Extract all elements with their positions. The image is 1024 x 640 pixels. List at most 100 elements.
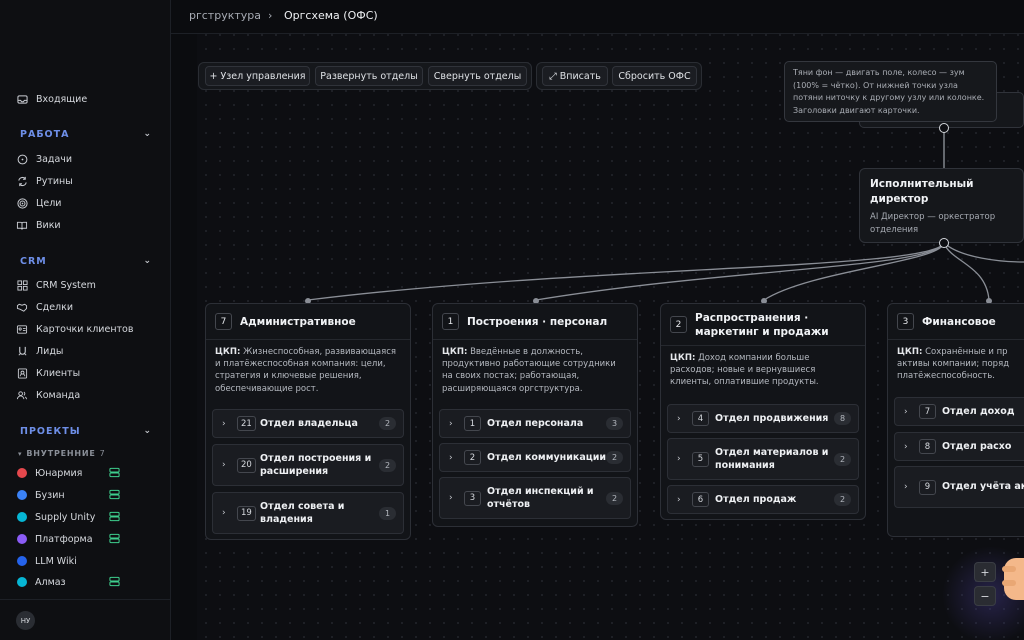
project-item[interactable]: LLM Wiki bbox=[17, 552, 127, 570]
unit-row[interactable]: › 3 Отдел инспекций и отчётов 2 bbox=[439, 477, 631, 519]
org-canvas[interactable]: ргструктура › Оргсхема (ОФС) + Узел упра… bbox=[171, 0, 1024, 640]
chevron-right-icon: › bbox=[904, 406, 908, 417]
project-color-dot bbox=[17, 577, 27, 587]
unit-count: 2 bbox=[834, 493, 851, 506]
unit-count: 1 bbox=[379, 506, 396, 520]
unit-number: 7 bbox=[919, 404, 936, 419]
department-header[interactable]: 1 Построения · персонал bbox=[433, 304, 637, 340]
avatar[interactable]: НУ bbox=[16, 611, 35, 630]
unit-row[interactable]: › 5 Отдел материалов и понимания 2 bbox=[667, 438, 859, 480]
divider bbox=[0, 599, 170, 600]
unit-name: Отдел построения и расширения bbox=[260, 452, 372, 478]
department-card[interactable]: 3 Финансовое ЦКП: Сохранённые и пр актив… bbox=[887, 303, 1024, 537]
unit-name: Отдел коммуникации bbox=[487, 451, 607, 463]
project-color-dot bbox=[17, 534, 27, 544]
sidebar-item-label: Карточки клиентов bbox=[36, 323, 134, 335]
ckp-label: ЦКП: bbox=[897, 347, 923, 357]
chevron-down-icon: ⌄ bbox=[143, 426, 152, 436]
unit-row[interactable]: › 4 Отдел продвижения 8 bbox=[667, 404, 859, 433]
id-card-icon bbox=[16, 323, 28, 335]
unit-number: 3 bbox=[464, 490, 481, 506]
department-ckp: ЦКП: Доход компании больше расходов; нов… bbox=[661, 346, 865, 402]
project-item[interactable]: Платформа bbox=[17, 530, 127, 548]
project-item[interactable]: Алмаз bbox=[17, 573, 127, 591]
unit-row[interactable]: › 1 Отдел персонала 3 bbox=[439, 409, 631, 438]
unit-row[interactable]: › 6 Отдел продаж 2 bbox=[667, 485, 859, 514]
department-header[interactable]: 2 Распространения · маркетинг и продажи bbox=[661, 304, 865, 346]
sidebar-item-deals[interactable]: Сделки bbox=[16, 298, 73, 316]
project-item[interactable]: Юнармия bbox=[17, 464, 127, 482]
project-item[interactable]: Бузин bbox=[17, 486, 127, 504]
project-name: Supply Unity bbox=[35, 511, 96, 523]
unit-row[interactable]: › 7 Отдел доход bbox=[894, 397, 1024, 426]
section-projects-header[interactable]: ПРОЕКТЫ ⌄ bbox=[20, 423, 152, 439]
unit-name: Отдел продаж bbox=[715, 493, 797, 505]
fit-button[interactable]: ⤢ Вписать bbox=[542, 66, 608, 86]
unit-count: 2 bbox=[834, 452, 851, 466]
unit-number: 19 bbox=[237, 505, 256, 521]
department-header[interactable]: 7 Административное bbox=[206, 304, 410, 340]
department-ckp: ЦКП: Жизнеспособная, развивающаяся и пла… bbox=[206, 340, 410, 404]
department-ckp: ЦКП: Сохранённые и пр активы компании; п… bbox=[888, 340, 1024, 396]
zoom-in-button[interactable]: + bbox=[974, 562, 996, 582]
unit-row[interactable]: › 8 Отдел расхо bbox=[894, 432, 1024, 461]
sidebar-item-tasks[interactable]: Задачи bbox=[16, 150, 72, 168]
sidebar-item-team[interactable]: Команда bbox=[16, 386, 80, 404]
contact-icon bbox=[16, 367, 28, 379]
project-color-dot bbox=[17, 512, 27, 522]
unit-row[interactable]: › 9 Отдел учёта активов bbox=[894, 466, 1024, 508]
department-number: 3 bbox=[897, 313, 914, 330]
sidebar-item-goals[interactable]: Цели bbox=[16, 194, 61, 212]
sidebar-item-routines[interactable]: Рутины bbox=[16, 172, 73, 190]
collapse-departments-button[interactable]: Свернуть отделы bbox=[428, 66, 527, 86]
toolbar-group-view: ⤢ Вписать Сбросить ОФС bbox=[536, 62, 702, 90]
sidebar-item-crm-system[interactable]: CRM System bbox=[16, 276, 96, 294]
chevron-right-icon: › bbox=[677, 413, 681, 424]
department-number: 7 bbox=[215, 313, 232, 330]
unit-name: Отдел совета и владения bbox=[260, 500, 345, 526]
unit-row[interactable]: › 2 Отдел коммуникации 2 bbox=[439, 443, 631, 472]
department-header[interactable]: 3 Финансовое bbox=[888, 304, 1024, 340]
reset-ofs-button[interactable]: Сбросить ОФС bbox=[612, 66, 697, 86]
project-group-label: ВНУТРЕННИЕ bbox=[26, 449, 96, 458]
zoom-out-button[interactable]: − bbox=[974, 586, 996, 606]
department-card[interactable]: 7 Административное ЦКП: Жизнеспособная, … bbox=[205, 303, 411, 540]
project-color-dot bbox=[17, 468, 27, 478]
breadcrumb-separator: › bbox=[268, 9, 273, 22]
breadcrumb-parent[interactable]: ргструктура bbox=[189, 9, 261, 22]
project-name: Бузин bbox=[35, 489, 65, 501]
project-group-header[interactable]: ▾ ВНУТРЕННИЕ 7 bbox=[18, 449, 106, 458]
sidebar-item-label: CRM System bbox=[36, 279, 96, 291]
department-card[interactable]: 2 Распространения · маркетинг и продажи … bbox=[660, 303, 866, 520]
section-work-header[interactable]: РАБОТА ⌄ bbox=[20, 126, 152, 142]
department-card[interactable]: 1 Построения · персонал ЦКП: Введённые в… bbox=[432, 303, 638, 527]
node-port[interactable] bbox=[939, 123, 949, 133]
executive-node[interactable]: Исполнительный директор AI Директор — ор… bbox=[859, 168, 1024, 243]
ckp-label: ЦКП: bbox=[215, 347, 241, 357]
unit-number: 8 bbox=[919, 439, 936, 454]
server-icon bbox=[109, 489, 120, 503]
unit-row[interactable]: › 20 Отдел построения и расширения 2 bbox=[212, 444, 404, 486]
ckp-text: Жизнеспособная, развивающаяся и платёжес… bbox=[215, 347, 397, 394]
unit-row[interactable]: › 19 Отдел совета и владения 1 bbox=[212, 492, 404, 534]
expand-departments-button[interactable]: Развернуть отделы bbox=[315, 66, 423, 86]
sidebar-item-clients[interactable]: Клиенты bbox=[16, 364, 80, 382]
sidebar-item-client-cards[interactable]: Карточки клиентов bbox=[16, 320, 133, 338]
chevron-right-icon: › bbox=[449, 452, 453, 463]
sidebar-item-leads[interactable]: Лиды bbox=[16, 342, 63, 360]
sidebar-item-wiki[interactable]: Вики bbox=[16, 216, 61, 234]
unit-row[interactable]: › 21 Отдел владельца 2 bbox=[212, 409, 404, 438]
node-subtitle: AI Директор — оркестратор отделения bbox=[870, 212, 996, 235]
chevron-right-icon: › bbox=[677, 454, 681, 464]
sidebar-item-inbox[interactable]: Входящие bbox=[16, 90, 87, 108]
project-name: LLM Wiki bbox=[35, 555, 77, 567]
section-crm-header[interactable]: CRM ⌄ bbox=[20, 253, 152, 269]
project-group-count: 7 bbox=[99, 449, 106, 458]
sidebar-item-label: Сделки bbox=[36, 301, 74, 313]
users-icon bbox=[16, 389, 28, 401]
project-item[interactable]: Supply Unity bbox=[17, 508, 127, 526]
add-node-button[interactable]: + Узел управления bbox=[205, 66, 310, 86]
unit-count: 8 bbox=[834, 412, 851, 425]
node-port[interactable] bbox=[939, 238, 949, 248]
sidebar-item-label: Рутины bbox=[36, 175, 73, 187]
